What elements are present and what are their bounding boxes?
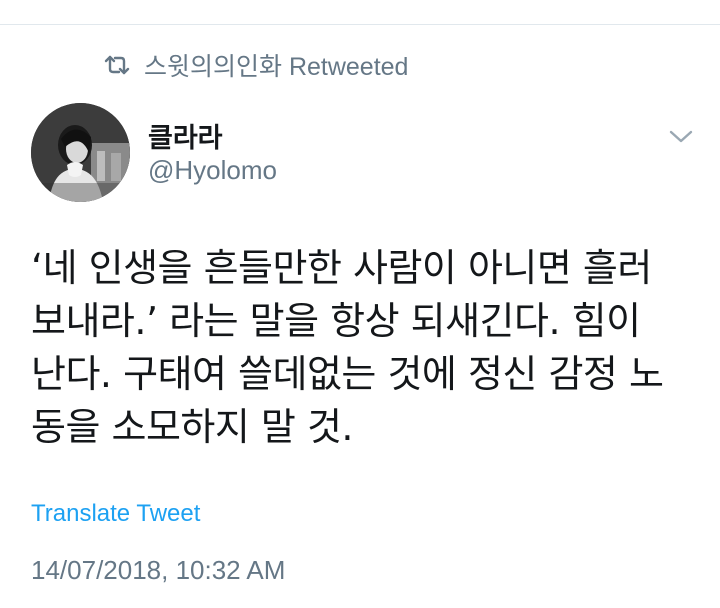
top-divider bbox=[0, 24, 720, 25]
retweet-context[interactable]: 스윗의의인화 Retweeted bbox=[104, 50, 409, 81]
author-display-name[interactable]: 클라라 bbox=[148, 116, 223, 155]
avatar[interactable] bbox=[31, 103, 130, 202]
tweet-text: ‘네 인생을 흔들만한 사람이 아니면 흘러 보내라.’ 라는 말을 항상 되새… bbox=[31, 242, 691, 454]
translate-tweet-link[interactable]: Translate Tweet bbox=[31, 500, 200, 528]
tweet-line: 동을 소모하지 말 것. bbox=[31, 405, 354, 449]
author-handle[interactable]: @Hyolomo bbox=[148, 155, 277, 186]
tweet-line: ‘네 인생을 흔들만한 사람이 아니면 흘러 bbox=[31, 246, 652, 290]
tweet-line: 난다. 구태여 쓸데없는 것에 정신 감정 노 bbox=[31, 352, 664, 396]
retweet-icon bbox=[104, 55, 130, 75]
tweet-timestamp[interactable]: 14/07/2018, 10:32 AM bbox=[31, 555, 285, 586]
chevron-down-icon[interactable] bbox=[666, 124, 696, 148]
avatar-photo bbox=[31, 103, 130, 202]
tweet-line: 보내라.’ 라는 말을 항상 되새긴다. 힘이 bbox=[31, 299, 641, 343]
retweet-label: 스윗의의인화 Retweeted bbox=[144, 53, 409, 81]
